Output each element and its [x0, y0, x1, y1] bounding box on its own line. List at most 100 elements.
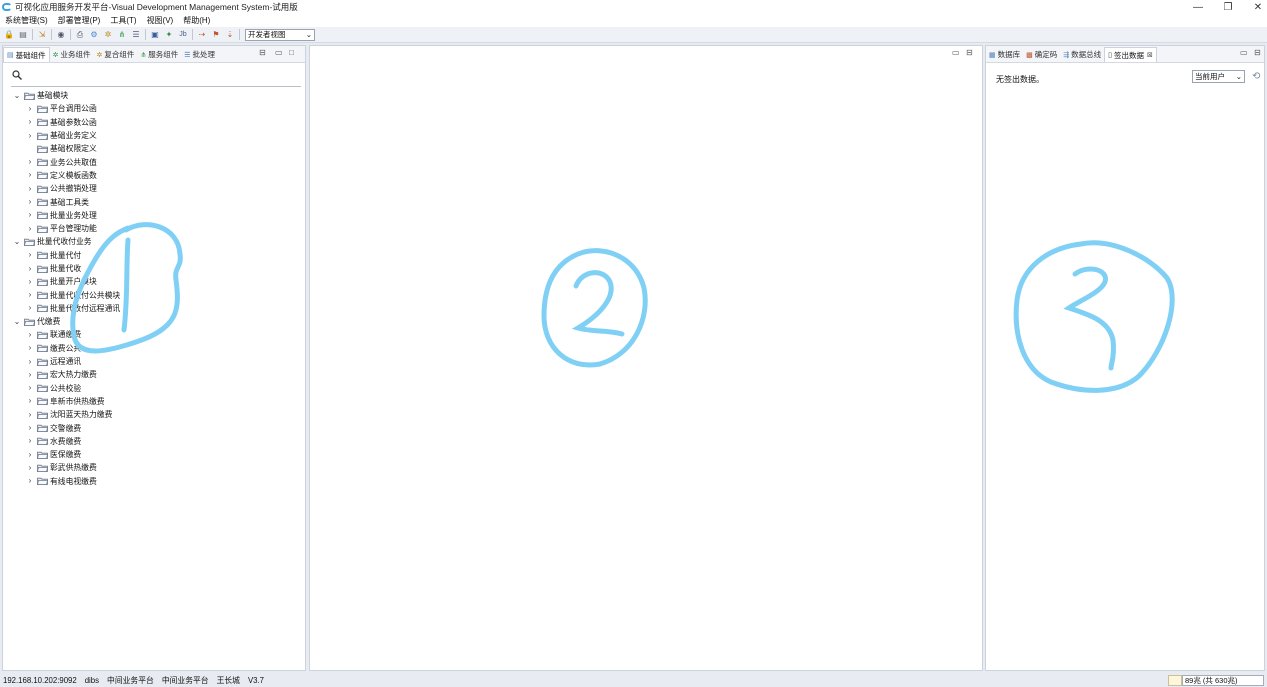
chevron-right-icon[interactable]: ›	[25, 224, 35, 233]
chevron-right-icon[interactable]: ›	[25, 198, 35, 206]
menu-view[interactable]: 视图(V)	[147, 15, 174, 26]
close-button[interactable]: ✕	[1243, 0, 1267, 14]
chevron-right-icon[interactable]: ›	[25, 344, 35, 352]
chevron-right-icon[interactable]: ›	[25, 131, 35, 140]
chevron-right-icon[interactable]: ›	[25, 251, 35, 259]
tree-item[interactable]: › 定义模板函数	[12, 169, 302, 182]
tree-item[interactable]: › 平台管理功能	[12, 222, 302, 235]
menu-system[interactable]: 系统管理(S)	[5, 15, 48, 26]
maximize-button[interactable]: ❐	[1213, 0, 1243, 14]
tree-item[interactable]: › 批量代付	[12, 249, 302, 262]
tab-database[interactable]: ▦ 数据库	[986, 47, 1023, 62]
close-icon[interactable]: ⊠	[1147, 51, 1153, 59]
tab-checkout-data[interactable]: ▯ 签出数据 ⊠	[1104, 47, 1157, 62]
minimize-button[interactable]: —	[1183, 0, 1213, 14]
maximize-view-icon[interactable]: □	[289, 48, 294, 57]
chevron-right-icon[interactable]: ›	[25, 357, 35, 366]
tree-item[interactable]: › 宏大热力缴费	[12, 368, 302, 381]
tree-item[interactable]: › 水费缴费	[12, 435, 302, 448]
tab-data-bus[interactable]: ⇶ 数据总线	[1060, 47, 1104, 62]
menu-tools[interactable]: 工具(T)	[110, 15, 136, 26]
menu-help[interactable]: 帮助(H)	[183, 15, 210, 26]
view-select[interactable]: 开发者视图 ⌄	[245, 28, 315, 41]
tab-business-components[interactable]: ✲ 业务组件	[50, 47, 94, 62]
tag-icon[interactable]: ⇣	[225, 29, 236, 40]
tree-item[interactable]: › 基础业务定义	[12, 129, 302, 142]
user-filter-select[interactable]: 当前用户 ⌄	[1192, 70, 1245, 83]
tree-item[interactable]: › 批量代收付公共模块	[12, 288, 302, 301]
save-icon[interactable]: ▣	[150, 29, 161, 40]
chevron-right-icon[interactable]: ›	[25, 291, 35, 299]
tree-item[interactable]: › 缴费公共	[12, 342, 302, 355]
tree-group[interactable]: ⌄ 基础模块	[12, 89, 302, 102]
chevron-right-icon[interactable]: ›	[25, 410, 35, 419]
tab-codes[interactable]: ▩ 确定码	[1023, 47, 1060, 62]
run-icon[interactable]: ✦	[164, 29, 175, 40]
minimize-view-icon[interactable]: ▭	[952, 48, 960, 57]
flag-icon[interactable]: ⚑	[211, 29, 222, 40]
collapse-all-icon[interactable]: ⊟	[259, 48, 266, 57]
chevron-down-icon[interactable]: ⌄	[12, 237, 22, 246]
tree-item[interactable]: › 业务公共取值	[12, 155, 302, 168]
chevron-right-icon[interactable]: ›	[25, 384, 35, 392]
chevron-right-icon[interactable]: ›	[25, 184, 35, 193]
tab-service-components[interactable]: ⋔ 服务组件	[137, 47, 181, 62]
tree-item[interactable]: › 联通缴费	[12, 328, 302, 341]
lock-icon[interactable]: 🔒	[4, 29, 15, 40]
chevron-right-icon[interactable]: ›	[25, 277, 35, 286]
clipboard-icon[interactable]: ▤	[18, 29, 29, 40]
hierarchy-icon[interactable]: ⋔	[117, 29, 128, 40]
maximize-view-icon[interactable]: ⊟	[1254, 48, 1261, 57]
tab-basic-components[interactable]: ▤ 基础组件	[3, 47, 50, 62]
tree-item[interactable]: › 公共撤销处理	[12, 182, 302, 195]
chevron-down-icon[interactable]: ⌄	[12, 317, 22, 326]
pin-icon[interactable]: ⇢	[197, 29, 208, 40]
chevron-right-icon[interactable]: ›	[25, 450, 35, 459]
tree-item[interactable]: › 沈阳蓝天热力缴费	[12, 408, 302, 421]
tree-item[interactable]: › 批量代收	[12, 262, 302, 275]
component-icon[interactable]: ✲	[103, 29, 114, 40]
java-icon[interactable]: Jb	[178, 29, 189, 40]
tree-item[interactable]: › 阜新市供热缴费	[12, 395, 302, 408]
tree-group[interactable]: ⌄ 代缴费	[12, 315, 302, 328]
minimize-view-icon[interactable]: ▭	[275, 48, 283, 57]
list-icon[interactable]: ☰	[131, 29, 142, 40]
refresh-icon[interactable]: ⟲	[1252, 71, 1260, 82]
tree-item[interactable]: › 基础工具类	[12, 195, 302, 208]
print-icon[interactable]: ⎙	[75, 29, 86, 40]
settings-icon[interactable]: ⚙	[89, 29, 100, 40]
maximize-view-icon[interactable]: ⊟	[966, 48, 973, 57]
tree-item[interactable]: › 远程通讯	[12, 355, 302, 368]
tree-item[interactable]: › 交警缴费	[12, 421, 302, 434]
chevron-down-icon[interactable]: ⌄	[12, 91, 22, 100]
tree-item[interactable]: › 彰武供热缴费	[12, 461, 302, 474]
export-icon[interactable]: ⇲	[37, 29, 48, 40]
chevron-right-icon[interactable]: ›	[25, 437, 35, 445]
tree-item[interactable]: › 批量业务处理	[12, 209, 302, 222]
tab-batch[interactable]: ☰ 批处理	[181, 47, 218, 62]
tree-item[interactable]: › 批量代收付远程通讯	[12, 302, 302, 315]
tree-item[interactable]: › 基础参数公函	[12, 116, 302, 129]
search-icon[interactable]	[12, 70, 22, 80]
memory-usage[interactable]: 89兆 (共 630兆)	[1182, 675, 1264, 686]
chevron-right-icon[interactable]: ›	[25, 171, 35, 179]
chevron-right-icon[interactable]: ›	[25, 104, 35, 113]
chevron-right-icon[interactable]: ›	[25, 211, 35, 219]
tree-item[interactable]: › 有线电视缴费	[12, 475, 302, 488]
tree-item[interactable]: › 平台调用公函	[12, 102, 302, 115]
chevron-right-icon[interactable]: ›	[25, 477, 35, 485]
users-icon[interactable]: ◉	[56, 29, 67, 40]
chevron-right-icon[interactable]: ›	[25, 264, 35, 273]
chevron-right-icon[interactable]: ›	[25, 370, 35, 379]
menu-deploy[interactable]: 部署管理(P)	[58, 15, 101, 26]
chevron-right-icon[interactable]: ›	[25, 397, 35, 405]
tree-item[interactable]: › 批量开户模块	[12, 275, 302, 288]
tree-item[interactable]: 基础权限定义	[12, 142, 302, 155]
chevron-right-icon[interactable]: ›	[25, 304, 35, 312]
chevron-right-icon[interactable]: ›	[25, 158, 35, 166]
tree-item[interactable]: › 医保缴费	[12, 448, 302, 461]
tab-composite-components[interactable]: ✲ 复合组件	[94, 47, 138, 62]
chevron-right-icon[interactable]: ›	[25, 118, 35, 126]
minimize-view-icon[interactable]: ▭	[1240, 48, 1248, 57]
chevron-right-icon[interactable]: ›	[25, 463, 35, 472]
